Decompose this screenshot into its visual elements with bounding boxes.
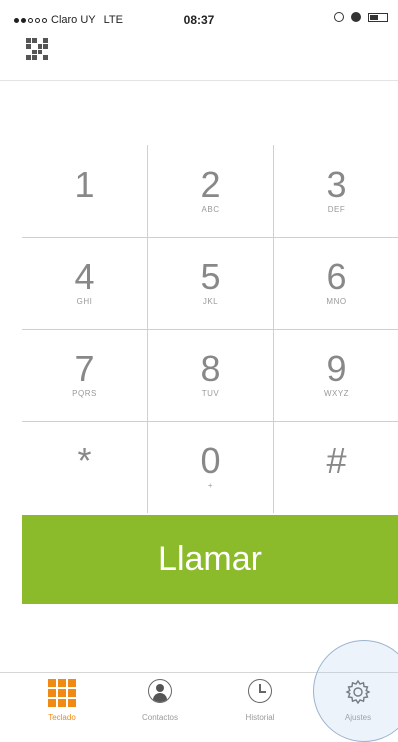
contact-person-icon: [146, 679, 174, 707]
key-8[interactable]: 8 TUV: [148, 329, 273, 421]
tab-teclado[interactable]: Teclado: [22, 673, 102, 733]
key-hash[interactable]: #: [274, 421, 398, 513]
tab-contactos[interactable]: Contactos: [120, 673, 200, 733]
key-6[interactable]: 6 MNO: [274, 237, 398, 329]
qr-code-icon[interactable]: [26, 38, 48, 60]
key-7[interactable]: 7 PQRS: [22, 329, 147, 421]
key-3[interactable]: 3 DEF: [274, 145, 398, 237]
tab-historial[interactable]: Historial: [220, 673, 300, 733]
key-9[interactable]: 9 WXYZ: [274, 329, 398, 421]
key-star[interactable]: *: [22, 421, 147, 513]
key-2[interactable]: 2 ABC: [148, 145, 273, 237]
key-5[interactable]: 5 JKL: [148, 237, 273, 329]
alarm-icon: [334, 12, 344, 22]
dial-keypad: 1 2 ABC 3 DEF 4 GHI 5 JKL 6 MNO 7 PQRS 8…: [0, 145, 398, 513]
orientation-lock-icon: [351, 12, 361, 22]
keypad-grid-icon: [48, 679, 76, 707]
status-bar: Claro UY LTE 08:37: [0, 0, 398, 40]
header-divider: [0, 80, 398, 81]
clock-icon: [246, 679, 274, 707]
call-button[interactable]: Llamar: [22, 515, 398, 604]
key-1[interactable]: 1: [22, 145, 147, 237]
battery-icon: [368, 12, 388, 22]
key-4[interactable]: 4 GHI: [22, 237, 147, 329]
key-0[interactable]: 0 +: [148, 421, 273, 513]
